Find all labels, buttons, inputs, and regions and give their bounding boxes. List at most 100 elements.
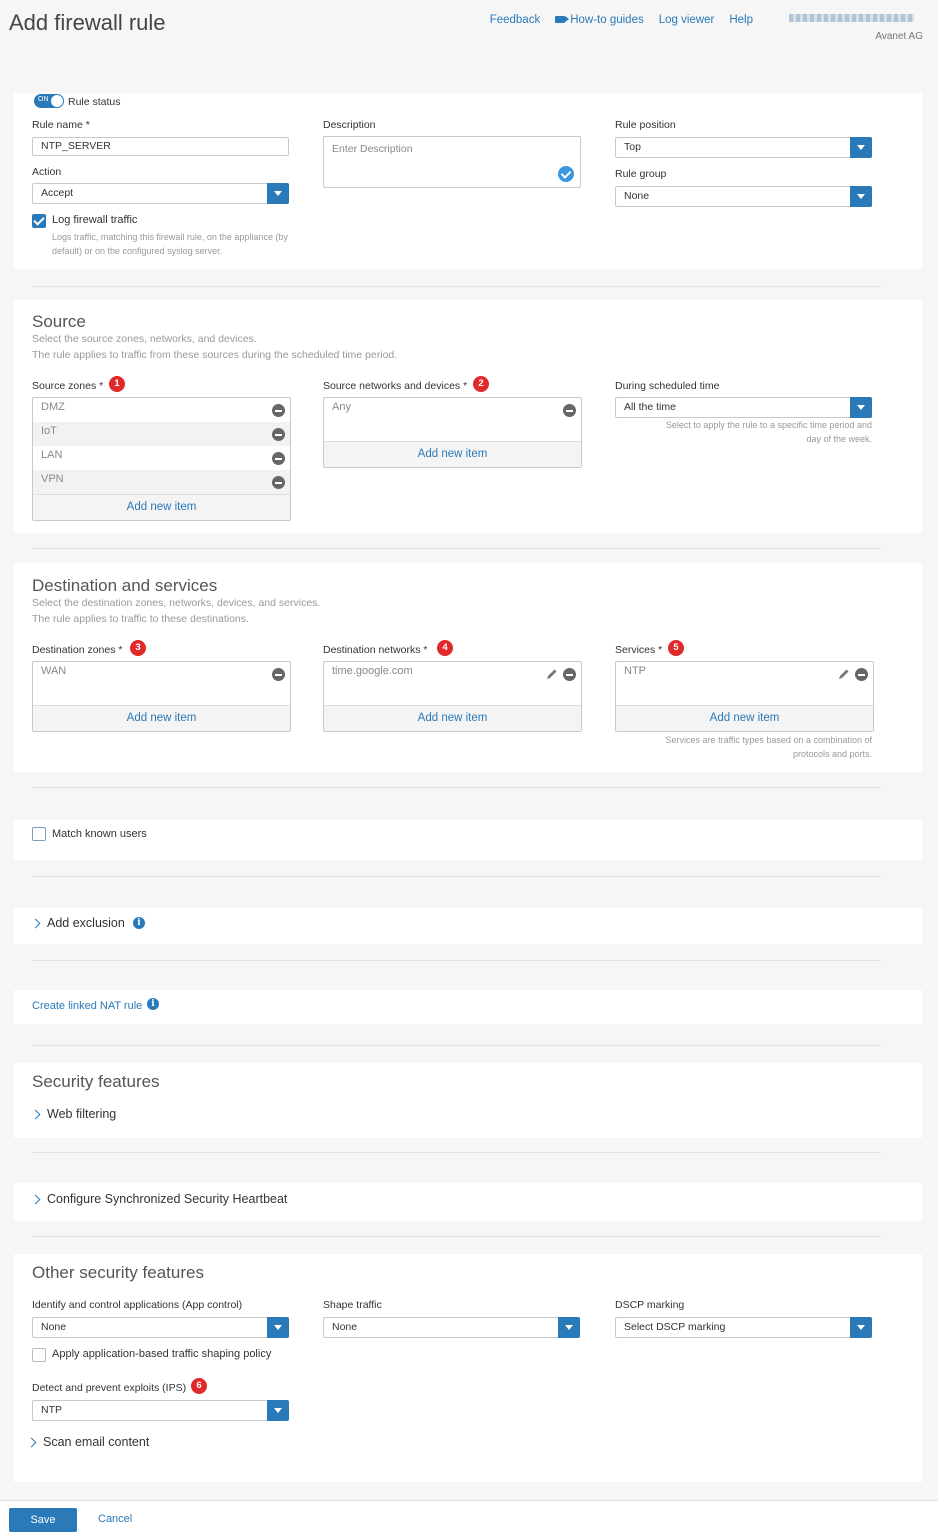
scan-email-toggle[interactable]: Scan email content <box>43 1435 149 1449</box>
remove-icon[interactable] <box>272 452 285 465</box>
list-item: time.google.com <box>324 662 581 686</box>
source-zones-list: DMZ IoT LAN VPN Add new item <box>32 397 291 521</box>
destination-networks-label: Destination networks * <box>323 644 428 656</box>
schedule-hint: Select to apply the rule to a specific t… <box>665 420 872 444</box>
services-hint: Services are traffic types based on a co… <box>665 735 872 759</box>
add-new-item-button[interactable]: Add new item <box>324 705 581 731</box>
info-icon[interactable]: i <box>133 917 145 929</box>
action-select[interactable]: Accept <box>32 183 289 204</box>
user-name-blurred[interactable] <box>789 14 914 22</box>
pencil-icon[interactable] <box>838 668 850 680</box>
rule-group-select[interactable]: None <box>615 186 872 207</box>
list-item: VPN <box>33 470 290 494</box>
top-links: Feedback How-to guides Log viewer Help <box>490 14 753 26</box>
match-known-users-checkbox[interactable] <box>32 827 46 841</box>
app-control-label: Identify and control applications (App c… <box>32 1299 243 1311</box>
save-button[interactable]: Save <box>9 1508 77 1532</box>
video-icon <box>555 16 570 23</box>
divider <box>32 286 881 287</box>
dscp-select[interactable]: Select DSCP marking <box>615 1317 872 1338</box>
action-label: Action <box>32 166 62 178</box>
log-firewall-traffic-checkbox[interactable] <box>32 214 46 228</box>
source-title: Source <box>32 312 86 331</box>
callout-badge: 6 <box>191 1378 207 1394</box>
shape-traffic-label: Shape traffic <box>323 1299 382 1311</box>
log-help-text: Logs traffic, matching this firewall rul… <box>52 232 288 256</box>
chevron-down-icon <box>850 137 872 158</box>
list-item: Any <box>324 398 581 422</box>
divider <box>32 1236 881 1237</box>
destination-zones-list: WAN Add new item <box>32 661 291 732</box>
callout-badge: 4 <box>437 640 453 656</box>
create-linked-nat-rule-link[interactable]: Create linked NAT rule <box>32 1000 142 1012</box>
rule-group-label: Rule group <box>615 168 667 180</box>
remove-icon[interactable] <box>272 476 285 489</box>
callout-badge: 5 <box>668 640 684 656</box>
remove-icon[interactable] <box>563 668 576 681</box>
cancel-button[interactable]: Cancel <box>98 1513 132 1525</box>
chevron-down-icon <box>850 397 872 418</box>
services-label: Services * <box>615 644 663 656</box>
log-firewall-traffic-label: Log firewall traffic <box>52 214 138 226</box>
log-viewer-link[interactable]: Log viewer <box>659 14 715 26</box>
rule-name-input[interactable]: NTP_SERVER <box>32 137 289 156</box>
remove-icon[interactable] <box>855 668 868 681</box>
add-new-item-button[interactable]: Add new item <box>616 705 873 731</box>
footer-bar: Save Cancel <box>0 1500 938 1536</box>
callout-badge: 3 <box>130 640 146 656</box>
company-name: Avanet AG <box>875 31 923 42</box>
ips-select[interactable]: NTP <box>32 1400 289 1421</box>
destination-zones-label: Destination zones * <box>32 644 123 656</box>
divider <box>32 548 881 549</box>
rule-status-label: Rule status <box>68 96 121 108</box>
divider <box>32 960 881 961</box>
destination-title: Destination and services <box>32 576 218 595</box>
list-item: WAN <box>33 662 290 686</box>
app-shaping-checkbox[interactable] <box>32 1348 46 1362</box>
schedule-select[interactable]: All the time <box>615 397 872 418</box>
security-features-title: Security features <box>32 1072 160 1091</box>
exclusion-panel <box>14 908 922 944</box>
divider <box>32 876 881 877</box>
add-new-item-button[interactable]: Add new item <box>33 705 290 731</box>
divider <box>32 787 881 788</box>
chevron-down-icon <box>267 183 289 204</box>
other-security-panel <box>14 1254 922 1482</box>
list-item: DMZ <box>33 398 290 422</box>
heartbeat-toggle[interactable]: Configure Synchronized Security Heartbea… <box>47 1192 287 1206</box>
info-icon[interactable]: i <box>147 998 159 1010</box>
dscp-label: DSCP marking <box>615 1299 685 1311</box>
rule-name-label: Rule name * <box>32 119 90 131</box>
destination-networks-list: time.google.com Add new item <box>323 661 582 732</box>
rule-position-select[interactable]: Top <box>615 137 872 158</box>
app-control-select[interactable]: None <box>32 1317 289 1338</box>
chevron-down-icon <box>267 1400 289 1421</box>
list-item: NTP <box>616 662 873 686</box>
chevron-down-icon <box>267 1317 289 1338</box>
remove-icon[interactable] <box>563 404 576 417</box>
callout-badge: 1 <box>109 376 125 392</box>
remove-icon[interactable] <box>272 428 285 441</box>
shape-traffic-select[interactable]: None <box>323 1317 580 1338</box>
pencil-icon[interactable] <box>546 668 558 680</box>
add-new-item-button[interactable]: Add new item <box>324 441 581 467</box>
divider <box>32 1152 881 1153</box>
description-textarea[interactable]: Enter Description <box>323 136 581 188</box>
feedback-link[interactable]: Feedback <box>490 14 541 26</box>
remove-icon[interactable] <box>272 668 285 681</box>
rule-status-toggle[interactable]: ON <box>34 94 64 108</box>
callout-badge: 2 <box>473 376 489 392</box>
page-title: Add firewall rule <box>9 10 166 35</box>
add-exclusion-toggle[interactable]: Add exclusion <box>47 916 125 930</box>
source-zones-label: Source zones * <box>32 380 104 392</box>
how-to-guides-link[interactable]: How-to guides <box>555 14 644 26</box>
web-filtering-toggle[interactable]: Web filtering <box>47 1107 116 1121</box>
remove-icon[interactable] <box>272 404 285 417</box>
check-icon <box>558 166 574 182</box>
chevron-down-icon <box>850 1317 872 1338</box>
services-list: NTP Add new item <box>615 661 874 732</box>
chevron-down-icon <box>850 186 872 207</box>
source-networks-label: Source networks and devices * <box>323 380 468 392</box>
add-new-item-button[interactable]: Add new item <box>33 494 290 520</box>
help-link[interactable]: Help <box>729 14 753 26</box>
